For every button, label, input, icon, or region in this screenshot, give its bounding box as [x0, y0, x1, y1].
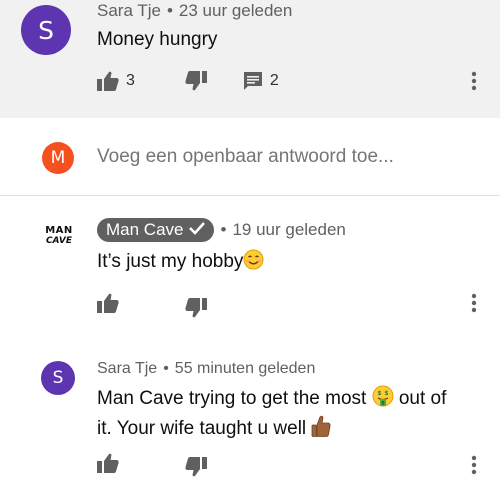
dislike-button[interactable]: [185, 457, 207, 477]
comment-actions: [97, 288, 207, 318]
comment-author[interactable]: Sara Tje: [97, 1, 161, 21]
like-button[interactable]: [97, 453, 119, 473]
comment-text-part: it. Your wife taught u well: [97, 418, 307, 439]
comment-icon: [243, 71, 263, 91]
avatar-letter: S: [38, 15, 54, 45]
comment-text-part: out of: [398, 388, 447, 409]
like-button[interactable]: 3: [97, 71, 135, 91]
comment-text-line: Man Cave trying to get the most $ $ $ out …: [97, 385, 477, 415]
separator: •: [220, 220, 227, 239]
comment-time: 19 uur geleden: [232, 220, 346, 239]
avatar[interactable]: S: [41, 361, 75, 395]
comment-text: It’s just my hobby: [97, 248, 264, 278]
thumb-down-icon: [185, 71, 207, 91]
thumb-up-icon: [97, 293, 119, 313]
reply-input[interactable]: [97, 146, 477, 168]
comment-text: Money hungry: [97, 29, 218, 50]
dislike-button[interactable]: [185, 298, 207, 318]
comment-actions: 3 2: [97, 66, 279, 96]
reply-box: M: [0, 118, 500, 194]
more-vert-icon: [471, 71, 477, 96]
avatar-letter: M: [50, 148, 66, 168]
comment-meta: Sara Tje • 55 minuten geleden: [97, 360, 315, 378]
like-count: 3: [126, 72, 135, 89]
dislike-button[interactable]: [185, 71, 207, 91]
thumb-down-icon: [185, 457, 207, 477]
svg-text:$: $: [377, 390, 381, 397]
comment-text-part: Man Cave trying to get the most: [97, 388, 367, 409]
comment-meta: Man Cave • 19 uur geleden: [97, 218, 346, 242]
more-options-button[interactable]: [464, 68, 484, 98]
money-mouth-face-emoji: $ $ $: [372, 385, 394, 415]
more-vert-icon: [471, 293, 477, 318]
comment-meta: Sara Tje • 23 uur geleden: [97, 1, 292, 21]
comment-time: 55 minuten geleden: [174, 360, 316, 377]
logo-text: CAVE: [45, 236, 73, 246]
reply-button[interactable]: 2: [243, 71, 279, 91]
like-button[interactable]: [97, 293, 119, 313]
svg-text:$: $: [381, 401, 385, 407]
separator: •: [166, 1, 173, 20]
thumb-up-icon: [97, 71, 119, 91]
more-vert-icon: [471, 455, 477, 480]
separator: •: [163, 360, 169, 377]
more-options-button[interactable]: [464, 452, 484, 482]
smiling-face-emoji: [243, 249, 264, 278]
comment-actions: [97, 448, 207, 478]
comment-text-line: it. Your wife taught u well: [97, 415, 477, 445]
comment-text-content: It’s just my hobby: [97, 251, 244, 272]
avatar: M: [42, 142, 74, 174]
svg-text:$: $: [384, 390, 388, 397]
avatar-letter: S: [52, 368, 64, 388]
comment-author[interactable]: Sara Tje: [97, 360, 157, 378]
logo-text: MAN: [45, 225, 73, 236]
thumb-down-icon: [185, 298, 207, 318]
comment-text: Man Cave trying to get the most $ $ $ out …: [97, 385, 477, 445]
check-icon: [183, 220, 206, 240]
reply-count: 2: [269, 72, 279, 89]
thumb-up-icon: [97, 453, 119, 473]
channel-owner-badge[interactable]: Man Cave: [97, 218, 215, 242]
more-options-button[interactable]: [464, 290, 484, 320]
channel-logo[interactable]: MAN CAVE: [44, 226, 74, 248]
comment-author: Man Cave: [106, 220, 184, 239]
avatar[interactable]: S: [21, 5, 71, 55]
comment-card: S Sara Tje • 23 uur geleden Money hungry…: [0, 0, 500, 118]
thumbs-up-emoji: [311, 415, 331, 445]
comment-time: 23 uur geleden: [178, 1, 293, 20]
